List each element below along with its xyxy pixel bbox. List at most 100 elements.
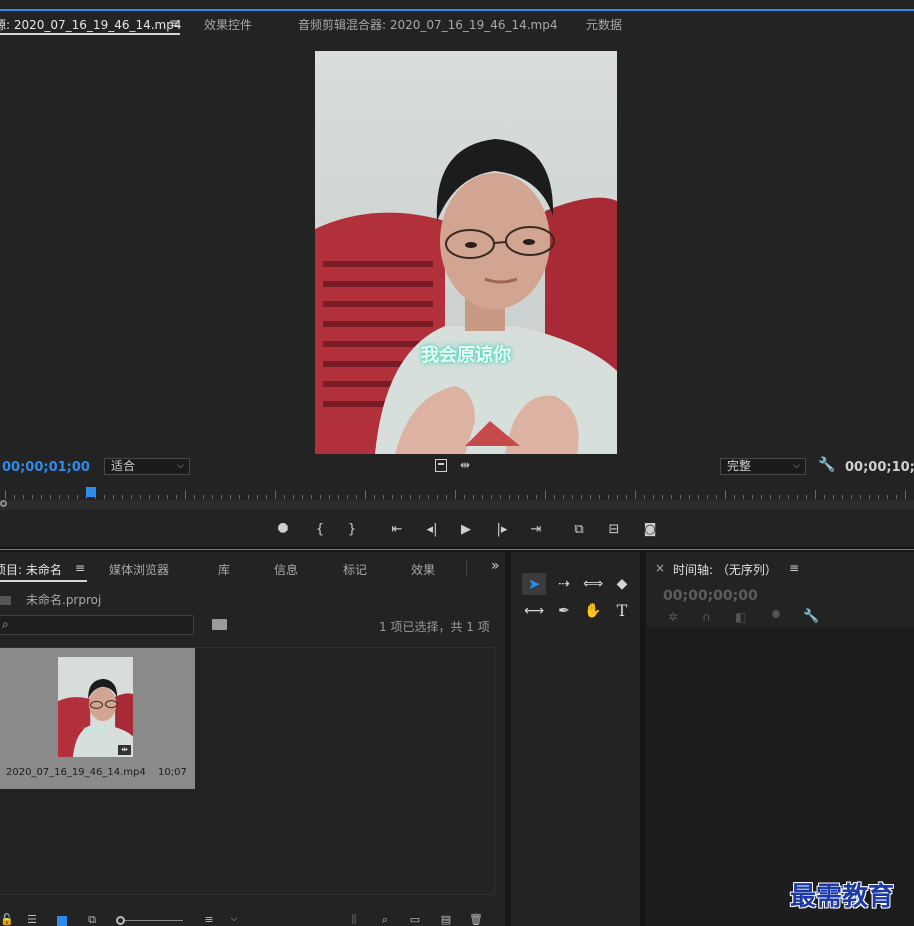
step-back-icon[interactable]: ◂| <box>422 521 442 539</box>
find-icon[interactable]: ⌕ <box>378 913 392 926</box>
icon-view-icon[interactable] <box>57 916 67 926</box>
chevron-down-icon: ⌵ <box>793 461 800 471</box>
ruler-tick <box>887 495 888 499</box>
ruler-tick <box>752 495 753 499</box>
overwrite-icon[interactable]: ⊟ <box>604 521 624 539</box>
hand-tool-icon[interactable]: ✋ <box>581 600 605 622</box>
tab-libraries[interactable]: 库 <box>218 561 230 578</box>
zoom-handle[interactable] <box>0 500 7 507</box>
track-select-tool-icon[interactable]: ⇢ <box>552 573 576 595</box>
ruler-tick <box>437 495 438 499</box>
trash-icon[interactable]: 🗑 <box>469 913 483 926</box>
lock-icon[interactable]: 🔓 <box>0 913 14 926</box>
ruler-tick <box>851 495 852 499</box>
automate-to-sequence-icon[interactable]: ⫼ <box>347 913 361 926</box>
ruler-tick <box>590 495 591 499</box>
drag-video-audio-icon[interactable]: ⇹ <box>460 458 470 472</box>
add-marker-icon[interactable]: ◧ <box>735 610 746 624</box>
mark-out-icon[interactable]: } <box>342 521 362 539</box>
snap-icon[interactable]: ✲ <box>668 610 678 624</box>
playhead-timecode[interactable]: 00;00;01;00 <box>2 460 90 475</box>
marker-icon[interactable]: ⯃ <box>772 610 780 621</box>
tabs-overflow-icon[interactable]: » <box>491 558 500 574</box>
ruler-tick <box>275 490 276 499</box>
add-marker-icon[interactable]: ⯃ <box>273 521 293 539</box>
ruler-tick <box>689 495 690 499</box>
tab-markers[interactable]: 标记 <box>343 561 367 578</box>
ruler-tick <box>653 495 654 499</box>
tab-effect-controls[interactable]: 效果控件 <box>204 16 252 33</box>
razor-tool-icon[interactable]: ◆ <box>610 573 634 595</box>
search-input[interactable]: ⌕ <box>0 615 194 635</box>
mark-in-icon[interactable]: { <box>310 521 330 539</box>
ruler-tick <box>707 495 708 499</box>
ruler-tick <box>212 495 213 499</box>
panel-menu-icon[interactable]: ≡ <box>169 16 179 30</box>
insert-icon[interactable]: ⧉ <box>569 521 589 539</box>
list-view-icon[interactable]: ☰ <box>25 913 39 926</box>
ruler-tick <box>410 495 411 499</box>
playback-quality-select[interactable]: 完整 ⌵ <box>720 458 806 475</box>
ruler-tick <box>770 495 771 499</box>
ruler-tick <box>788 495 789 499</box>
ruler-tick <box>464 495 465 499</box>
watermark-logo: 最需教育 <box>790 882 895 912</box>
zoom-slider-track[interactable] <box>125 920 183 921</box>
new-item-icon[interactable]: ▤ <box>439 913 453 926</box>
zoom-level-select[interactable]: 适合 ⌵ <box>104 458 190 475</box>
step-forward-icon[interactable]: |▸ <box>492 521 512 539</box>
zoom-scroll-bar[interactable] <box>0 500 914 510</box>
panel-menu-icon[interactable]: ≡ <box>75 561 85 575</box>
ruler-tick <box>194 495 195 499</box>
ruler-tick <box>266 495 267 499</box>
wrench-icon[interactable]: 🔧 <box>818 457 835 473</box>
ruler-tick <box>842 495 843 499</box>
wrench-icon[interactable]: 🔧 <box>803 609 819 624</box>
type-tool-icon[interactable]: T <box>610 600 634 622</box>
video-frame-image <box>315 51 617 454</box>
slip-tool-icon[interactable]: ⟷ <box>522 600 546 622</box>
zoom-slider-handle[interactable] <box>116 916 125 925</box>
export-frame-icon[interactable]: ◙ <box>640 521 660 539</box>
new-bin-icon[interactable]: ▭ <box>408 913 422 926</box>
ruler-tick <box>626 495 627 499</box>
ruler-tick <box>797 495 798 499</box>
sort-icon[interactable]: ≡ <box>202 913 216 926</box>
go-to-out-icon[interactable]: ⇥ <box>526 521 546 539</box>
linked-selection-icon[interactable]: ∩ <box>702 610 711 624</box>
find-bin-icon[interactable] <box>212 619 227 630</box>
ruler-tick <box>356 495 357 499</box>
tab-audio-clip-mixer[interactable]: 音频剪辑混合器: 2020_07_16_19_46_14.mp4 <box>298 16 558 33</box>
ripple-edit-tool-icon[interactable]: ⟺ <box>581 573 605 595</box>
pen-tool-icon[interactable]: ✒ <box>552 600 576 622</box>
go-to-in-icon[interactable]: ⇤ <box>387 521 407 539</box>
ruler-tick <box>698 495 699 499</box>
play-icon[interactable]: ▶ <box>456 521 476 539</box>
timeline-title[interactable]: 时间轴: （无序列） <box>673 561 777 578</box>
playhead-marker[interactable] <box>86 487 96 497</box>
clip-item[interactable]: 我会原谅你 ⇹ 2020_07_16_19_46_14.mp4 10;07 <box>0 648 195 789</box>
timeline-timecode: 00;00;00;00 <box>663 588 758 604</box>
tab-metadata[interactable]: 元数据 <box>586 16 622 33</box>
tab-media-browser[interactable]: 媒体浏览器 <box>109 561 169 578</box>
tab-info[interactable]: 信息 <box>274 561 298 578</box>
selection-tool-icon[interactable]: ➤ <box>522 573 546 595</box>
tab-project[interactable]: 项目: 未命名 <box>0 561 62 578</box>
ruler-tick <box>32 495 33 499</box>
freeform-view-icon[interactable]: ⧉ <box>85 913 99 926</box>
close-icon[interactable]: × <box>655 561 665 575</box>
ruler-tick <box>23 495 24 499</box>
tab-source[interactable]: 源: 2020_07_16_19_46_14.mp4 <box>0 16 182 33</box>
video-preview[interactable]: 我会原谅你 <box>315 51 617 454</box>
ruler-tick <box>734 495 735 499</box>
time-ruler[interactable] <box>0 485 914 499</box>
chevron-down-icon[interactable]: ⌵ <box>227 913 241 926</box>
panel-menu-icon[interactable]: ≡ <box>789 561 799 575</box>
ruler-tick <box>482 495 483 499</box>
tab-effects[interactable]: 效果 <box>411 561 435 578</box>
project-file-name: 未命名.prproj <box>26 593 102 607</box>
tab-divider <box>466 560 467 576</box>
safe-margins-icon[interactable] <box>435 459 447 472</box>
ruler-tick <box>239 495 240 499</box>
ruler-tick <box>5 490 6 499</box>
